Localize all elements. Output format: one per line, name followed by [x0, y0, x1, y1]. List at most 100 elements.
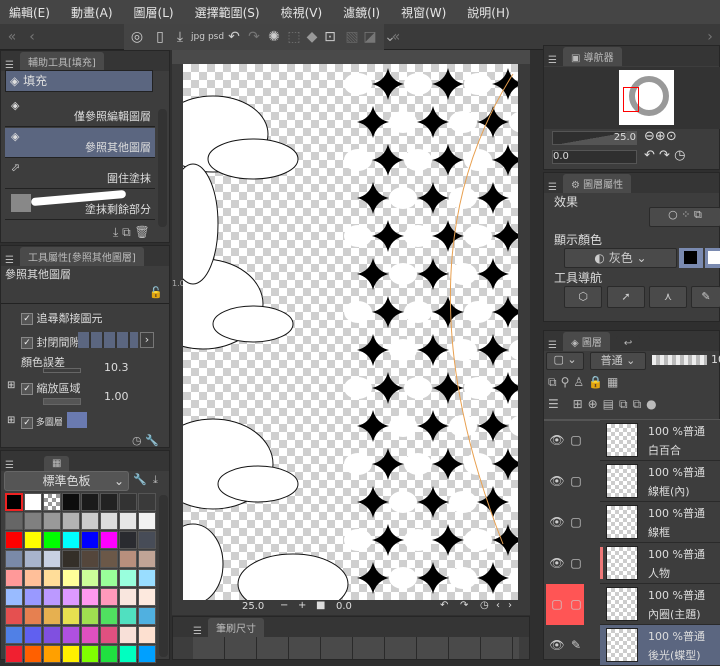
layer-property-tab[interactable]: ⚙ 圖層屬性: [562, 174, 632, 193]
color-swatch[interactable]: [81, 588, 99, 606]
menu-animation[interactable]: 動畫(A): [71, 4, 113, 21]
color-swatch[interactable]: [138, 607, 156, 625]
color-swatch[interactable]: [119, 550, 137, 568]
layer-visibility-toggle[interactable]: ▢: [546, 584, 568, 625]
color-swatch[interactable]: [81, 512, 99, 530]
sub-tool-item[interactable]: ⬀ 圍住塗抹: [5, 159, 155, 189]
color-swatch[interactable]: [24, 645, 42, 663]
layer-color-select[interactable]: ▢ ⌄: [546, 352, 584, 370]
navigator-tab[interactable]: ▣ 導航器: [562, 47, 622, 66]
close-gap-selector[interactable]: [78, 332, 138, 348]
checkbox[interactable]: ✓: [21, 416, 33, 429]
color-swatch[interactable]: [43, 645, 61, 663]
color-swatch[interactable]: [81, 607, 99, 625]
transform-icon[interactable]: ⊡: [320, 27, 340, 47]
checkbox[interactable]: ✓: [21, 383, 33, 395]
rotate-left-icon[interactable]: ↶: [440, 600, 448, 611]
color-margin-value[interactable]: 10.3: [104, 361, 129, 374]
color-swatch[interactable]: [43, 531, 61, 549]
rotation-value[interactable]: 0.0: [336, 601, 352, 612]
color-swatch[interactable]: [5, 550, 23, 568]
duplicate-icon[interactable]: ⧉: [122, 225, 131, 239]
color-swatch[interactable]: [119, 626, 137, 644]
new-file-icon[interactable]: ▯: [150, 27, 170, 47]
color-swatch[interactable]: [24, 607, 42, 625]
import-icon[interactable]: ⤓: [153, 473, 158, 487]
rotate-left-icon[interactable]: ↶: [644, 148, 655, 163]
layer-row[interactable]: 100 %普通 線框: [600, 502, 720, 543]
sub-tool-item[interactable]: 塗抹剩餘部分: [5, 189, 155, 220]
color-swatch[interactable]: [119, 512, 137, 530]
invert-selection-icon[interactable]: ⬚: [284, 27, 304, 47]
layer-lock-buttons[interactable]: ⧉⚲♙🔒▦: [548, 375, 622, 390]
layer-row[interactable]: 100 %普通 人物: [600, 543, 720, 584]
layer-edit-toggle[interactable]: ▢: [568, 502, 584, 543]
pen-button[interactable]: ✎: [691, 286, 720, 308]
zoom-in-icon[interactable]: +: [298, 600, 306, 611]
brush-size-tab[interactable]: 筆刷尺寸: [207, 618, 264, 637]
color-swatch[interactable]: [24, 569, 42, 587]
color-swatch[interactable]: [5, 531, 23, 549]
menu-window[interactable]: 視窗(W): [401, 4, 446, 21]
import-icon[interactable]: ⤓: [113, 225, 118, 239]
sub-tool-item[interactable]: ◈ 僅參照編輯圖層: [5, 97, 155, 127]
color-swatch[interactable]: [100, 569, 118, 587]
color-swatch[interactable]: [43, 550, 61, 568]
fit-icon[interactable]: ⊙: [666, 129, 677, 144]
menu-icon[interactable]: ☰: [548, 182, 557, 193]
color-swatch[interactable]: [24, 493, 42, 511]
color-swatch[interactable]: [100, 588, 118, 606]
color-swatch[interactable]: [62, 607, 80, 625]
color-swatch[interactable]: [43, 607, 61, 625]
color-swatch[interactable]: [62, 550, 80, 568]
operation-button[interactable]: ➚: [607, 286, 645, 308]
layer-edit-toggle[interactable]: ▢: [568, 584, 584, 625]
save-icon[interactable]: ⤓: [170, 27, 190, 47]
menu-icon[interactable]: ☰: [5, 460, 14, 471]
layer-tab[interactable]: ◈ 圖層: [562, 332, 610, 351]
color-swatch[interactable]: [62, 588, 80, 606]
color-swatch[interactable]: [81, 645, 99, 663]
display-color-select[interactable]: ◐ 灰色 ⌄: [564, 248, 677, 268]
color-swatch[interactable]: [138, 569, 156, 587]
zoom-out-icon[interactable]: ⊖: [644, 129, 655, 144]
brush-size-presets[interactable]: [193, 637, 519, 659]
color-swatch[interactable]: [5, 493, 23, 511]
layer-row[interactable]: 100 %普通 白百合: [600, 420, 720, 461]
reset-rotation-icon[interactable]: ◷: [480, 600, 489, 611]
color-swatch[interactable]: [24, 626, 42, 644]
layer-edit-toggle[interactable]: ▢: [568, 543, 584, 584]
sub-tool-group[interactable]: ◈ 填充: [5, 70, 153, 92]
chevron-left-icon[interactable]: ‹: [22, 27, 42, 47]
layer-edit-toggle[interactable]: ▢: [568, 461, 584, 502]
color-swatch[interactable]: [62, 626, 80, 644]
layer-visibility-toggle[interactable]: 👁: [546, 461, 568, 502]
color-margin-slider[interactable]: [43, 368, 81, 373]
color-swatch[interactable]: [138, 531, 156, 549]
close-gap-row[interactable]: ✓ 封閉間隙: [21, 334, 81, 350]
color-swatch[interactable]: [62, 531, 80, 549]
export-psd-icon[interactable]: psd: [206, 27, 226, 47]
color-swatch[interactable]: [138, 493, 156, 511]
export-jpg-icon[interactable]: jpg: [188, 27, 208, 47]
collapse-right-icon[interactable]: «: [386, 27, 406, 47]
color-swatch[interactable]: [24, 531, 42, 549]
color-set-select[interactable]: 標準色板 ⌄: [4, 471, 129, 491]
clip-studio-icon[interactable]: ◎: [127, 27, 147, 47]
color-swatch[interactable]: [138, 588, 156, 606]
color-swatch[interactable]: [5, 569, 23, 587]
area-scaling-value[interactable]: 1.00: [104, 390, 129, 403]
menu-view[interactable]: 檢視(V): [281, 4, 323, 21]
color-swatch[interactable]: [5, 588, 23, 606]
rotate-right-icon[interactable]: ↷: [460, 600, 468, 611]
layer-visibility-toggle[interactable]: 👁: [546, 543, 568, 584]
opacity-value[interactable]: 10: [711, 353, 720, 366]
deselect-icon[interactable]: ✺: [264, 27, 284, 47]
sub-tool-item-selected[interactable]: ◈ 參照其他圖層: [5, 128, 155, 158]
menu-icon[interactable]: ☰: [548, 340, 557, 351]
menu-icon[interactable]: ☰: [193, 626, 202, 637]
clear-outside-icon[interactable]: ▧: [342, 27, 362, 47]
color-swatch[interactable]: [81, 550, 99, 568]
sub-tool-tab[interactable]: 輔助工具[填充]: [19, 52, 104, 71]
navigator-zoom-slider[interactable]: 25.0: [552, 131, 637, 145]
